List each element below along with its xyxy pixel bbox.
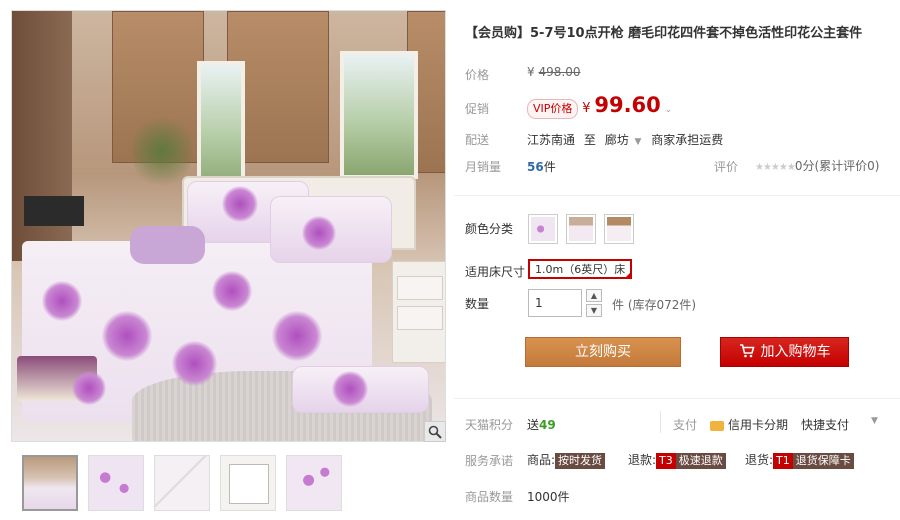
currency-symbol: ¥ — [527, 65, 535, 79]
card-icon — [710, 420, 724, 431]
delivery-destination[interactable]: 廊坊 — [605, 133, 629, 147]
promo-currency: ¥ — [582, 101, 591, 116]
points-number: 49 — [539, 418, 556, 432]
photo-floral-print — [222, 186, 258, 222]
service-goods: 商品: 按时发货 — [527, 451, 606, 469]
service-refund-code: T3 — [656, 453, 676, 469]
delivery-from: 江苏南通 — [527, 133, 576, 147]
monthly-sales-count: 56 — [527, 160, 544, 174]
chevron-down-icon[interactable]: ▼ — [635, 137, 642, 147]
divider — [454, 195, 900, 196]
photo-drawer — [397, 306, 443, 330]
service-goods-label: 商品: — [527, 453, 556, 467]
chevron-down-icon[interactable]: ⌄ — [665, 105, 673, 115]
monthly-sales-unit: 件 — [543, 160, 556, 174]
service-return-label: 退货: — [745, 453, 774, 467]
thumbnail-5[interactable] — [286, 455, 342, 511]
service-return-code: T1 — [773, 453, 793, 469]
photo-window — [197, 61, 245, 194]
size-option-text: 1.0m（6英尺）床 — [535, 263, 626, 276]
vip-price-tag: VIP价格 — [527, 99, 579, 119]
photo-floral-print — [102, 311, 152, 361]
photo-floral-print — [212, 271, 252, 311]
photo-window — [340, 51, 418, 179]
delivery-info: 江苏南通 至 廊坊 ▼ 商家承担运费 — [527, 131, 723, 148]
add-to-cart-label: 加入购物车 — [760, 344, 831, 360]
photo-floral-print — [172, 341, 217, 386]
star-icon: ★★★★★ — [755, 162, 796, 173]
buy-now-button[interactable]: 立刻购买 — [525, 337, 681, 367]
quantity-increase-button[interactable]: ▲ — [586, 289, 602, 302]
promo-label: 促销 — [465, 102, 490, 116]
points-label: 天猫积分 — [465, 418, 514, 432]
divider — [454, 398, 900, 399]
quick-pay-label: 快捷支付 — [801, 418, 850, 432]
promo-price: VIP价格 ¥ 99.60 ⌄ — [527, 93, 672, 119]
chevron-down-icon[interactable]: ▼ — [871, 416, 878, 426]
service-return: 退货: T1 退货保障卡 — [745, 451, 854, 469]
delivery-label: 配送 — [465, 133, 490, 147]
stock-text: 件 (库存072件) — [612, 298, 697, 312]
zoom-button[interactable] — [424, 421, 446, 442]
photo-floral-print — [302, 216, 336, 250]
credit-installment[interactable]: 信用卡分期 — [710, 416, 788, 433]
color-label: 颜色分类 — [465, 222, 514, 236]
payment-label: 支付 — [673, 418, 698, 432]
rating-label: 评价 — [714, 160, 739, 174]
color-option-2[interactable] — [566, 214, 596, 244]
service-return-tag[interactable]: 退货保障卡 — [792, 453, 854, 469]
photo-drawer — [397, 276, 443, 300]
rating[interactable]: ★★★★★0分(累计评价0) — [755, 157, 879, 174]
quantity-input[interactable] — [528, 289, 582, 317]
selected-check-icon — [624, 271, 633, 279]
photo-floral-print — [272, 311, 322, 361]
inventory-label: 商品数量 — [465, 490, 514, 504]
inventory-value: 1000件 — [527, 490, 570, 504]
thumbnail-label-tag — [229, 464, 269, 504]
zoom-icon — [428, 425, 442, 439]
photo-tv-stand — [24, 196, 84, 226]
original-price-value: 498.00 — [538, 65, 581, 79]
service-label: 服务承诺 — [465, 454, 514, 468]
points-send: 送 — [527, 418, 540, 432]
service-refund: 退款: T3 极速退款 — [628, 451, 726, 469]
product-title: 【会员购】5-7号10点开枪 磨毛印花四件套不掉色活性印花公主套件 — [465, 26, 863, 41]
thumbnail-3[interactable] — [154, 455, 210, 511]
photo-floral-print — [332, 371, 368, 407]
monthly-sales-label: 月销量 — [465, 160, 502, 174]
add-to-cart-button[interactable]: 加入购物车 — [720, 337, 849, 367]
photo-cushion — [130, 226, 205, 264]
photo-floral-print — [42, 281, 82, 321]
photo-plant — [132, 111, 192, 191]
color-option-1[interactable] — [528, 214, 558, 244]
original-price: ¥ 498.00 — [527, 65, 580, 79]
thumbnail-1[interactable] — [22, 455, 78, 511]
divider — [660, 411, 661, 433]
promo-price-value: 99.60 — [594, 93, 661, 117]
main-product-image[interactable] — [11, 10, 446, 442]
service-refund-tag[interactable]: 极速退款 — [675, 453, 726, 469]
delivery-note: 商家承担运费 — [651, 133, 724, 147]
size-label: 适用床尺寸 — [465, 265, 526, 279]
rating-text: 0分(累计评价0) — [794, 159, 880, 173]
quantity-decrease-button[interactable]: ▼ — [586, 304, 602, 317]
thumbnail-4[interactable] — [220, 455, 276, 511]
delivery-to-word: 至 — [583, 133, 596, 147]
thumbnail-2[interactable] — [88, 455, 144, 511]
points-value: 送49 — [527, 416, 556, 433]
price-label: 价格 — [465, 68, 490, 82]
quick-pay[interactable]: 快捷支付 — [801, 416, 849, 433]
credit-installment-label: 信用卡分期 — [728, 418, 789, 432]
monthly-sales: 56件 — [527, 158, 556, 175]
photo-floral-print — [72, 371, 106, 405]
quantity-label: 数量 — [465, 297, 490, 311]
size-option-selected[interactable]: 1.0m（6英尺）床 — [528, 259, 633, 279]
service-refund-label: 退款: — [628, 453, 657, 467]
service-goods-tag[interactable]: 按时发货 — [555, 453, 606, 469]
color-option-3[interactable] — [604, 214, 634, 244]
cart-icon — [739, 344, 755, 358]
